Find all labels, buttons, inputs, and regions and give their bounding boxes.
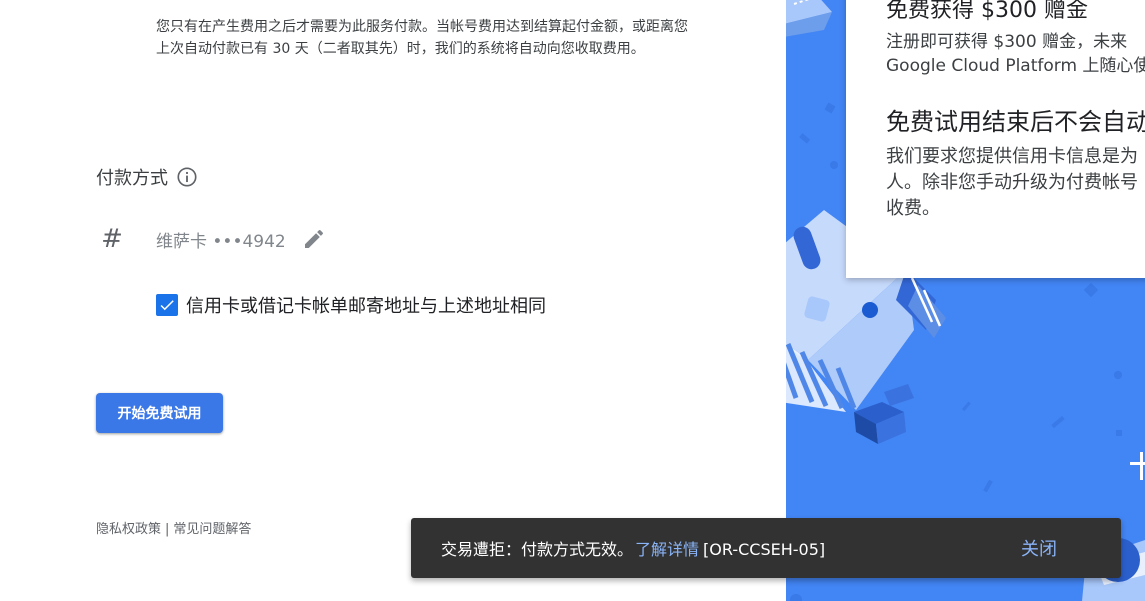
error-code: [OR-CCSEH-05]	[703, 540, 826, 559]
promo-card: 免费获得 $300 赠金 注册即可获得 $300 赠金，未来 Google Cl…	[846, 0, 1145, 278]
hash-icon: #	[101, 224, 123, 254]
pencil-icon[interactable]	[302, 227, 326, 251]
footer-separator: |	[165, 522, 170, 537]
promo-panel: 免费获得 $300 赠金 注册即可获得 $300 赠金，未来 Google Cl…	[786, 0, 1145, 601]
privacy-policy-link[interactable]: 隐私权政策	[96, 522, 161, 537]
snackbar-message-line: 交易遭拒：付款方式无效。 了解详情 [OR-CCSEH-05]	[441, 536, 825, 560]
promo-no-auto-charge-text: 我们要求您提供信用卡信息是为 人。除非您手动升级为付费帐号 收费。	[886, 146, 1138, 219]
start-free-trial-button[interactable]: 开始免费试用	[96, 393, 223, 433]
learn-more-link[interactable]: 了解详情	[635, 540, 699, 559]
payment-method-section: 付款方式	[96, 164, 198, 190]
billing-description: 您只有在产生费用之后才需要为此服务付款。当帐号费用达到结算起付金额，或距离您上次…	[156, 19, 688, 57]
promo-no-auto-charge-heading: 免费试用结束后不会自动	[886, 108, 1145, 136]
same-address-checkbox[interactable]	[156, 294, 178, 316]
promo-credit-text: 注册即可获得 $300 赠金，未来 Google Cloud Platform …	[886, 32, 1145, 76]
card-label: 维萨卡 •••4942	[156, 231, 286, 252]
promo-credit-heading: 免费获得 $300 赠金	[886, 0, 1088, 23]
same-address-label: 信用卡或借记卡帐单邮寄地址与上述地址相同	[186, 296, 546, 317]
faq-link[interactable]: 常见问题解答	[173, 522, 251, 537]
payment-card-row: # 维萨卡 •••4942	[100, 222, 326, 256]
payment-method-title: 付款方式	[96, 168, 168, 189]
checkmark-icon	[160, 300, 174, 311]
same-address-option[interactable]: 信用卡或借记卡帐单邮寄地址与上述地址相同	[156, 292, 546, 318]
snackbar-message: 交易遭拒：付款方式无效。	[441, 540, 634, 559]
footer-links: 隐私权政策 | 常见问题解答	[96, 518, 251, 537]
error-snackbar: 交易遭拒：付款方式无效。 了解详情 [OR-CCSEH-05] 关闭	[411, 518, 1121, 578]
snackbar-close-button[interactable]: 关闭	[1021, 535, 1057, 561]
info-icon[interactable]	[176, 166, 198, 188]
